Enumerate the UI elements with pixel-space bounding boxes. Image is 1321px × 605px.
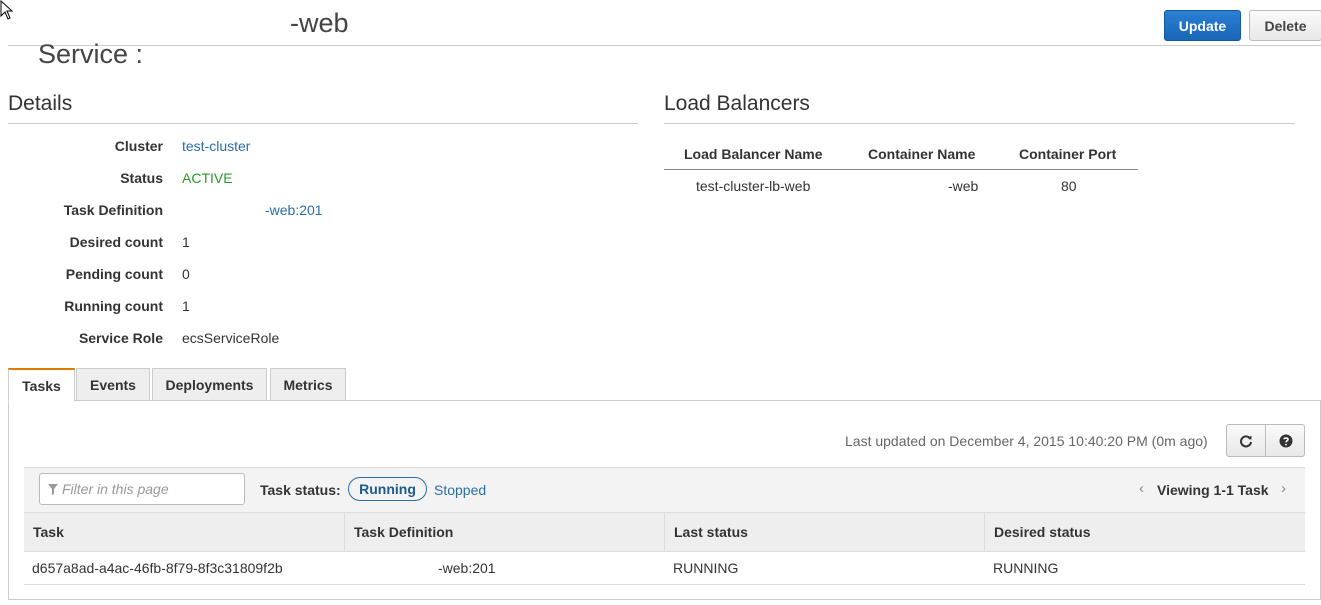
- table-row: d657a8ad-a4ac-46fb-8f79-8f3c31809f2b -we…: [24, 552, 1305, 585]
- lb-container-name: -web: [948, 178, 979, 194]
- load-balancers-divider: [664, 123, 1295, 124]
- task-definition-link[interactable]: -web:201: [265, 202, 323, 218]
- detail-label-desired-count: Desired count: [69, 234, 163, 250]
- last-status-cell: RUNNING: [673, 560, 739, 576]
- col-last-status[interactable]: Last status: [665, 513, 985, 551]
- help-icon: [1279, 434, 1292, 447]
- detail-label-status: Status: [120, 170, 163, 186]
- lb-col-name: Load Balancer Name: [684, 146, 823, 162]
- filter-icon: [48, 484, 58, 495]
- last-updated-text: Last updated on December 4, 2015 10:40:2…: [845, 433, 1208, 449]
- pending-count-value: 0: [182, 266, 190, 282]
- details-divider: [8, 123, 638, 124]
- update-button[interactable]: Update: [1164, 10, 1241, 41]
- service-role-value: ecsServiceRole: [182, 330, 280, 346]
- detail-label-cluster: Cluster: [114, 138, 163, 154]
- tab-deployments[interactable]: Deployments: [152, 368, 267, 401]
- status-filter-running[interactable]: Running: [348, 477, 427, 501]
- detail-label-task-definition: Task Definition: [63, 202, 163, 218]
- lb-col-container-port: Container Port: [1019, 146, 1117, 162]
- lb-name-link[interactable]: test-cluster-lb-web: [696, 178, 810, 194]
- refresh-button[interactable]: [1227, 425, 1266, 456]
- tab-metrics[interactable]: Metrics: [270, 368, 346, 401]
- lb-col-container-name: Container Name: [868, 146, 976, 162]
- task-status-label: Task status:: [260, 482, 341, 498]
- filter-placeholder: Filter in this page: [62, 481, 169, 497]
- status-value: ACTIVE: [182, 170, 233, 186]
- refresh-icon: [1240, 434, 1252, 447]
- tab-events[interactable]: Events: [76, 368, 150, 401]
- detail-label-pending-count: Pending count: [65, 266, 163, 282]
- task-id-link[interactable]: d657a8ad-a4ac-46fb-8f79-8f3c31809f2b: [32, 560, 283, 576]
- chevron-right-icon[interactable]: ›: [1281, 480, 1286, 497]
- panel-actions: [1226, 424, 1305, 457]
- status-filter-stopped[interactable]: Stopped: [434, 482, 486, 498]
- filter-input[interactable]: Filter in this page: [39, 473, 245, 505]
- running-count-value: 1: [182, 298, 190, 314]
- col-task[interactable]: Task: [24, 513, 345, 551]
- pager-text: Viewing 1-1 Task: [1157, 482, 1269, 498]
- delete-button[interactable]: Delete: [1249, 10, 1321, 41]
- detail-label-service-role: Service Role: [78, 330, 163, 346]
- lb-container-port: 80: [1061, 178, 1077, 194]
- col-desired-status[interactable]: Desired status: [985, 513, 1305, 551]
- service-name: -web: [290, 8, 349, 38]
- tab-tasks[interactable]: Tasks: [8, 368, 75, 402]
- detail-label-running-count: Running count: [64, 298, 163, 314]
- task-definition-cell-link[interactable]: -web:201: [438, 560, 496, 576]
- desired-status-cell: RUNNING: [993, 560, 1059, 576]
- details-heading: Details: [8, 92, 73, 115]
- tasks-table-header: Task Task Definition Last status Desired…: [24, 512, 1305, 552]
- help-button[interactable]: [1266, 425, 1305, 456]
- cluster-link[interactable]: test-cluster: [182, 138, 250, 154]
- desired-count-value: 1: [182, 234, 190, 250]
- page-title-prefix: Service :: [38, 39, 144, 69]
- page-header: Service : -web Update Delete: [8, 0, 1321, 69]
- load-balancers-heading: Load Balancers: [664, 92, 810, 115]
- col-task-definition[interactable]: Task Definition: [345, 513, 665, 551]
- chevron-left-icon[interactable]: ‹: [1139, 480, 1144, 497]
- lb-header-divider: [664, 169, 1138, 170]
